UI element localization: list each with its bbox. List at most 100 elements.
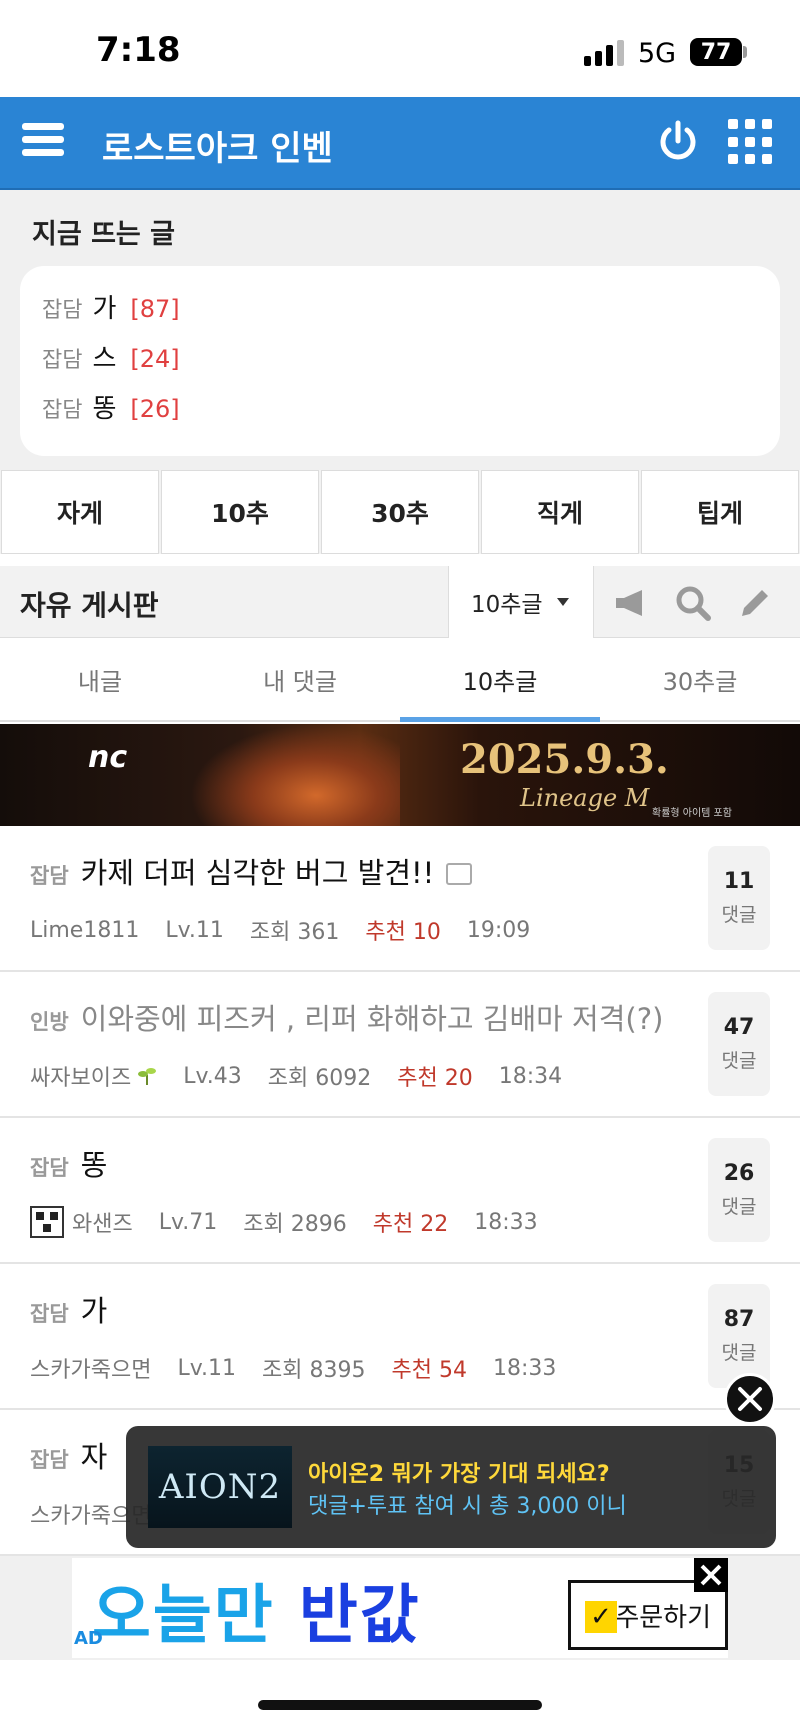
board-title: 자유 게시판 xyxy=(20,589,159,622)
category-tab-tips[interactable]: 팁게 xyxy=(641,470,799,554)
status-bar: 7:18 5G 77 xyxy=(0,0,800,97)
category-tab-job[interactable]: 직게 xyxy=(481,470,639,554)
list-item[interactable]: 잡담 똥 와샌즈 Lv.71 조회 2896 추천 22 18:33 26 댓글 xyxy=(0,1118,800,1264)
post-category: 잡담 xyxy=(30,1302,69,1326)
apps-grid-icon[interactable] xyxy=(728,119,774,165)
hot-post-item[interactable]: 잡담 스 [24] xyxy=(42,338,180,374)
board-filter-select[interactable]: 10추글 xyxy=(448,566,594,638)
hot-post-item[interactable]: 잡담 가 [87] xyxy=(42,288,180,324)
post-level: Lv.43 xyxy=(183,1063,242,1089)
promo-close-button[interactable] xyxy=(724,1373,776,1425)
post-views: 조회 6092 xyxy=(267,1066,372,1091)
banner-fineprint: 확률형 아이템 포함 xyxy=(652,808,732,819)
hot-post-count: [87] xyxy=(130,295,180,323)
signal-icon xyxy=(584,40,624,66)
post-time: 18:33 xyxy=(474,1209,538,1235)
post-time: 18:34 xyxy=(498,1063,563,1089)
megaphone-icon[interactable] xyxy=(612,584,650,622)
close-icon xyxy=(700,1564,722,1586)
post-views: 조회 361 xyxy=(249,920,340,945)
comment-label: 댓글 xyxy=(721,1196,757,1218)
hot-post-category: 잡담 xyxy=(42,298,83,323)
ad-label: AD xyxy=(74,1628,103,1649)
ad-headline-b: 반값 xyxy=(298,1579,421,1653)
post-category: 인방 xyxy=(30,1010,69,1034)
bottom-ad-bar: 오늘만 반값 ✓ 주문하기 AD xyxy=(0,1556,800,1660)
comment-label: 댓글 xyxy=(721,1342,757,1364)
avatar xyxy=(30,1206,64,1238)
category-tab-free[interactable]: 자게 xyxy=(1,470,159,554)
category-tab-30-rec[interactable]: 30추 xyxy=(321,470,479,554)
post-time: 18:33 xyxy=(492,1355,557,1381)
post-title-row: 인방 이와중에 피즈커 , 리퍼 화해하고 김배마 저격(?) xyxy=(30,996,663,1038)
board-header: 자유 게시판 10추글 xyxy=(0,566,800,638)
post-recommend: 추천 20 xyxy=(397,1066,473,1091)
bottom-ad[interactable]: 오늘만 반값 ✓ 주문하기 xyxy=(72,1558,728,1658)
promo-headline: 아이온2 뭐가 가장 기대 되세요? xyxy=(308,1462,610,1487)
promo-popup[interactable]: AION2 아이온2 뭐가 가장 기대 되세요? 댓글+투표 참여 시 총 3,… xyxy=(126,1426,776,1548)
post-recommend: 추천 10 xyxy=(365,920,441,945)
tab-my-comments[interactable]: 내 댓글 xyxy=(200,638,400,720)
sub-tabs: 내글 내 댓글 10추글 30추글 xyxy=(0,638,800,722)
post-author: 싸자보이즈 xyxy=(30,1066,132,1091)
list-item[interactable]: 인방 이와중에 피즈커 , 리퍼 화해하고 김배마 저격(?) 싸자보이즈 Lv… xyxy=(0,972,800,1118)
promo-thumbnail: AION2 xyxy=(148,1446,292,1528)
comment-count: 47 xyxy=(723,1015,755,1040)
post-category: 잡담 xyxy=(30,1156,69,1180)
hot-post-title: 스 xyxy=(92,344,117,374)
home-indicator xyxy=(258,1700,542,1710)
post-title: 똥 xyxy=(80,1148,108,1182)
comment-label: 댓글 xyxy=(721,1050,757,1072)
post-meta: 스카가죽으면 Lv.11 조회 8395 추천 54 18:33 xyxy=(30,1352,582,1384)
tab-30-rec-posts[interactable]: 30추글 xyxy=(600,638,800,720)
post-title: 카제 더퍼 심각한 버그 발견!! xyxy=(80,856,435,890)
banner-ad[interactable]: nc 2025.9.3. Lineage M 확률형 아이템 포함 xyxy=(0,724,800,826)
comment-count-box[interactable]: 87 댓글 xyxy=(708,1284,770,1388)
pencil-icon[interactable] xyxy=(736,584,774,622)
hot-post-category: 잡담 xyxy=(42,398,83,423)
hot-posts-section: 지금 뜨는 글 잡담 가 [87] 잡담 스 [24] 잡담 똥 [26] xyxy=(0,190,800,470)
power-icon[interactable] xyxy=(656,119,700,163)
post-recommend: 추천 54 xyxy=(391,1358,467,1383)
hot-post-title: 가 xyxy=(92,294,117,324)
comment-count-box[interactable]: 47 댓글 xyxy=(708,992,770,1096)
tab-my-posts[interactable]: 내글 xyxy=(0,638,200,720)
category-tab-10-rec[interactable]: 10추 xyxy=(161,470,319,554)
ad-headline-a: 오늘만 xyxy=(92,1579,275,1653)
hot-post-category: 잡담 xyxy=(42,348,83,373)
image-icon xyxy=(446,863,473,885)
post-title-row: 잡담 똥 xyxy=(30,1142,107,1184)
ad-close-button[interactable] xyxy=(694,1558,728,1592)
post-category: 잡담 xyxy=(30,864,69,888)
tab-10-rec-posts[interactable]: 10추글 xyxy=(400,638,600,722)
post-title-row: 잡담 카제 더퍼 심각한 버그 발견!! xyxy=(30,850,473,892)
checkmark-icon: ✓ xyxy=(585,1601,617,1633)
hot-post-count: [24] xyxy=(130,345,180,373)
post-views: 조회 8395 xyxy=(262,1358,366,1383)
hot-post-item[interactable]: 잡담 똥 [26] xyxy=(42,388,180,424)
post-title-row: 잡담 가 xyxy=(30,1288,107,1330)
hamburger-menu-icon[interactable] xyxy=(22,123,64,163)
post-level: Lv.71 xyxy=(158,1209,218,1235)
banner-brand: Lineage M xyxy=(520,784,650,812)
sprout-icon xyxy=(138,1068,157,1085)
post-author: 와샌즈 xyxy=(72,1212,133,1237)
comment-count: 26 xyxy=(723,1161,755,1186)
comment-count-box[interactable]: 26 댓글 xyxy=(708,1138,770,1242)
post-title: 이와중에 피즈커 , 리퍼 화해하고 김배마 저격(?) xyxy=(80,1002,664,1036)
post-level: Lv.11 xyxy=(177,1355,237,1381)
hot-post-title: 똥 xyxy=(92,394,117,424)
comment-count: 87 xyxy=(723,1307,755,1332)
hot-posts-title: 지금 뜨는 글 xyxy=(32,219,175,250)
post-recommend: 추천 22 xyxy=(372,1212,449,1237)
search-icon[interactable] xyxy=(674,584,712,622)
list-item[interactable]: 잡담 카제 더퍼 심각한 버그 발견!! Lime1811 Lv.11 조회 3… xyxy=(0,826,800,972)
comment-label: 댓글 xyxy=(721,904,757,926)
comment-count-box[interactable]: 11 댓글 xyxy=(708,846,770,950)
site-title[interactable]: 로스트아크 인벤 xyxy=(102,121,333,170)
status-time: 7:18 xyxy=(96,30,181,70)
hot-posts-card: 잡담 가 [87] 잡담 스 [24] 잡담 똥 [26] xyxy=(20,266,780,456)
list-item[interactable]: 잡담 가 스카가죽으면 Lv.11 조회 8395 추천 54 18:33 87… xyxy=(0,1264,800,1410)
post-views: 조회 2896 xyxy=(243,1212,347,1237)
post-meta: 싸자보이즈 Lv.43 조회 6092 추천 20 18:34 xyxy=(30,1060,588,1092)
